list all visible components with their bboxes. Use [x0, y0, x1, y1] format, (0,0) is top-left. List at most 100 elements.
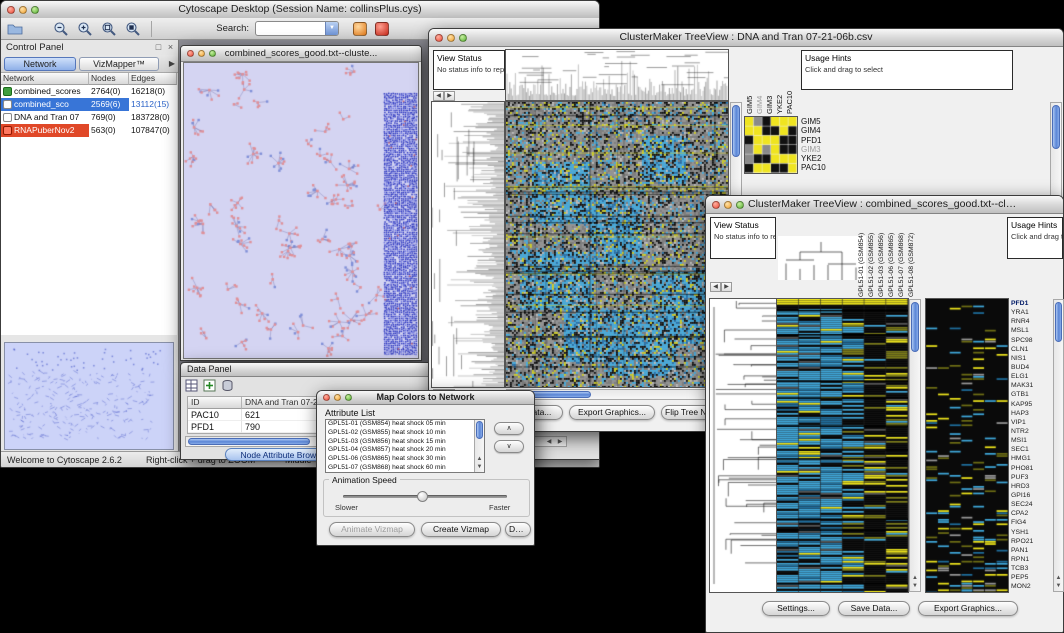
network-row[interactable]: combined_scores2764(0)16218(0)	[1, 85, 177, 98]
hscrollbar-thumb[interactable]	[188, 438, 310, 445]
network-row[interactable]: combined_sco2569(6)13112(15)	[1, 98, 177, 111]
settings-button[interactable]: Settings...	[762, 601, 830, 616]
network-row[interactable]: RNAPuberNov2563(0)107847(0)	[1, 124, 177, 137]
scroll-up-icon[interactable]: ▲	[910, 574, 920, 582]
tv1-column-label: YKE2	[775, 50, 785, 114]
attribute-list-item[interactable]: GPL51-03 (GSM856) heat shock 15 min	[326, 438, 474, 447]
scroll-up-icon[interactable]: ▲	[1054, 574, 1063, 582]
zoom-window-button[interactable]	[31, 6, 39, 14]
attribute-list-item[interactable]: GPL51-01 (GSM854) heat shock 05 min	[326, 420, 474, 429]
tv2-genelist-vscrollbar[interactable]: ▲ ▼	[1053, 299, 1064, 592]
tv1-heatmap-canvas[interactable]	[506, 102, 728, 387]
scroll-left-icon[interactable]: ◀	[544, 438, 554, 446]
view-status-title: View Status	[714, 220, 772, 230]
close-window-button[interactable]	[712, 201, 720, 209]
attribute-list-item[interactable]: GPL51-04 (GSM857) heat shock 20 min	[326, 446, 474, 455]
tv1-gene-label: PAC10	[801, 163, 826, 172]
move-down-button[interactable]: ∨	[494, 440, 524, 453]
tv2-heatmap-vscrollbar[interactable]: ▲ ▼	[909, 299, 921, 592]
scroll-left-icon[interactable]: ◀	[433, 91, 444, 101]
export-graphics-button[interactable]: Export Graphics...	[918, 601, 1018, 616]
float-panel-icon[interactable]: □	[153, 40, 164, 55]
zoom-window-button[interactable]	[736, 201, 744, 209]
move-up-button[interactable]: ∧	[494, 422, 524, 435]
overview-canvas[interactable]	[5, 343, 173, 449]
cytoscape-titlebar[interactable]: Cytoscape Desktop (Session Name: collins…	[1, 1, 599, 19]
search-input[interactable]: ▼	[255, 21, 339, 36]
close-window-button[interactable]	[435, 34, 443, 42]
close-window-button[interactable]	[7, 6, 15, 14]
minimize-window-button[interactable]	[724, 201, 732, 209]
animation-speed-slider[interactable]	[343, 495, 507, 498]
network-view-titlebar[interactable]: combined_scores_good.txt--cluste...	[181, 46, 421, 62]
treeview-combined-titlebar[interactable]: ClusterMaker TreeView : combined_scores_…	[706, 196, 1063, 214]
zoom-in-icon[interactable]	[77, 21, 93, 37]
close-frame-button[interactable]	[187, 50, 194, 57]
tv1-column-dendrogram-canvas[interactable]	[506, 50, 728, 100]
create-attribute-icon[interactable]	[203, 379, 216, 392]
vscrollbar-thumb[interactable]	[1052, 105, 1060, 149]
scroll-left-icon[interactable]: ◀	[710, 282, 721, 292]
vizmap-tool-icon[interactable]	[375, 22, 389, 36]
slider-thumb[interactable]	[417, 491, 428, 502]
tv2-row-dendrogram-canvas[interactable]	[710, 299, 776, 592]
tv1-summary-heatmap-canvas[interactable]	[745, 117, 797, 173]
network-canvas[interactable]	[184, 63, 418, 358]
close-panel-icon[interactable]: ×	[165, 40, 176, 55]
minimize-window-button[interactable]	[334, 394, 341, 401]
zoom-fit-icon[interactable]	[101, 21, 117, 37]
column-header-edges[interactable]: Edges	[129, 73, 177, 85]
scroll-right-icon[interactable]: ▶	[555, 438, 565, 446]
annotation-tool-icon[interactable]	[353, 22, 367, 36]
tv2-button-bar: Settings... Save Data... Export Graphics..…	[706, 601, 1063, 617]
tab-network[interactable]: Network	[4, 57, 76, 71]
dialog-titlebar[interactable]: Map Colors to Network	[317, 391, 534, 405]
column-header-network[interactable]: Network	[1, 73, 89, 85]
save-data-button[interactable]: Save Data...	[838, 601, 910, 616]
tab-vizmapper[interactable]: VizMapper™	[79, 57, 159, 71]
minimize-frame-button[interactable]	[198, 50, 205, 57]
create-vizmap-button[interactable]: Create Vizmap	[421, 522, 501, 537]
open-file-icon[interactable]	[7, 21, 23, 37]
delete-attribute-icon[interactable]	[221, 379, 234, 392]
column-header-nodes[interactable]: Nodes	[89, 73, 129, 85]
attribute-list-scrollbar[interactable]: ▲ ▼	[474, 420, 484, 472]
scroll-right-icon[interactable]: ▶	[444, 91, 455, 101]
zoom-window-button[interactable]	[459, 34, 467, 42]
tv2-column-dendrogram-canvas[interactable]	[778, 236, 866, 280]
done-button[interactable]: Done	[505, 522, 531, 537]
tv2-heatmap-canvas[interactable]	[777, 299, 908, 592]
scroll-up-icon[interactable]: ▲	[475, 455, 484, 463]
minimize-window-button[interactable]	[447, 34, 455, 42]
zoom-out-icon[interactable]	[53, 21, 69, 37]
zoom-frame-button[interactable]	[209, 50, 216, 57]
export-graphics-button[interactable]: Export Graphics...	[569, 405, 655, 420]
select-attributes-icon[interactable]	[185, 379, 198, 392]
vscrollbar-thumb[interactable]	[1055, 302, 1062, 342]
tab-overflow-icon[interactable]: ▶	[169, 59, 175, 68]
scroll-right-icon[interactable]: ▶	[721, 282, 732, 292]
treeview-dna-titlebar[interactable]: ClusterMaker TreeView : DNA and Tran 07-…	[429, 29, 1063, 47]
zoom-window-button[interactable]	[345, 394, 352, 401]
vscrollbar-thumb[interactable]	[732, 105, 740, 157]
scroll-down-icon[interactable]: ▼	[910, 582, 920, 590]
animate-vizmap-button[interactable]: Animate Vizmap	[329, 522, 415, 537]
minimize-window-button[interactable]	[19, 6, 27, 14]
column-header-id[interactable]: ID	[188, 397, 242, 409]
attribute-list-item[interactable]: GPL51-07 (GSM868) heat shock 60 min	[326, 464, 474, 472]
tv2-gene-label: CLN1	[1011, 345, 1052, 354]
vscrollbar-thumb[interactable]	[911, 302, 919, 352]
scroll-down-icon[interactable]: ▼	[1054, 582, 1063, 590]
network-row[interactable]: DNA and Tran 07769(0)183728(0)	[1, 111, 177, 124]
scroll-down-icon[interactable]: ▼	[475, 463, 484, 471]
attribute-list-item[interactable]: GPL51-06 (GSM865) heat shock 30 min	[326, 455, 474, 464]
tv2-subheatmap-canvas[interactable]	[926, 299, 1008, 592]
attribute-list[interactable]: GPL51-01 (GSM854) heat shock 05 minGPL51…	[325, 419, 485, 473]
vscrollbar-thumb[interactable]	[476, 421, 483, 439]
combo-arrow-icon[interactable]: ▼	[325, 22, 338, 35]
close-window-button[interactable]	[323, 394, 330, 401]
attribute-list-item[interactable]: GPL51-02 (GSM855) heat shock 10 min	[326, 429, 474, 438]
tv1-row-dendrogram-canvas[interactable]	[432, 102, 504, 387]
tv1-genelist-vscrollbar[interactable]	[1050, 102, 1062, 207]
zoom-selected-icon[interactable]	[125, 21, 141, 37]
